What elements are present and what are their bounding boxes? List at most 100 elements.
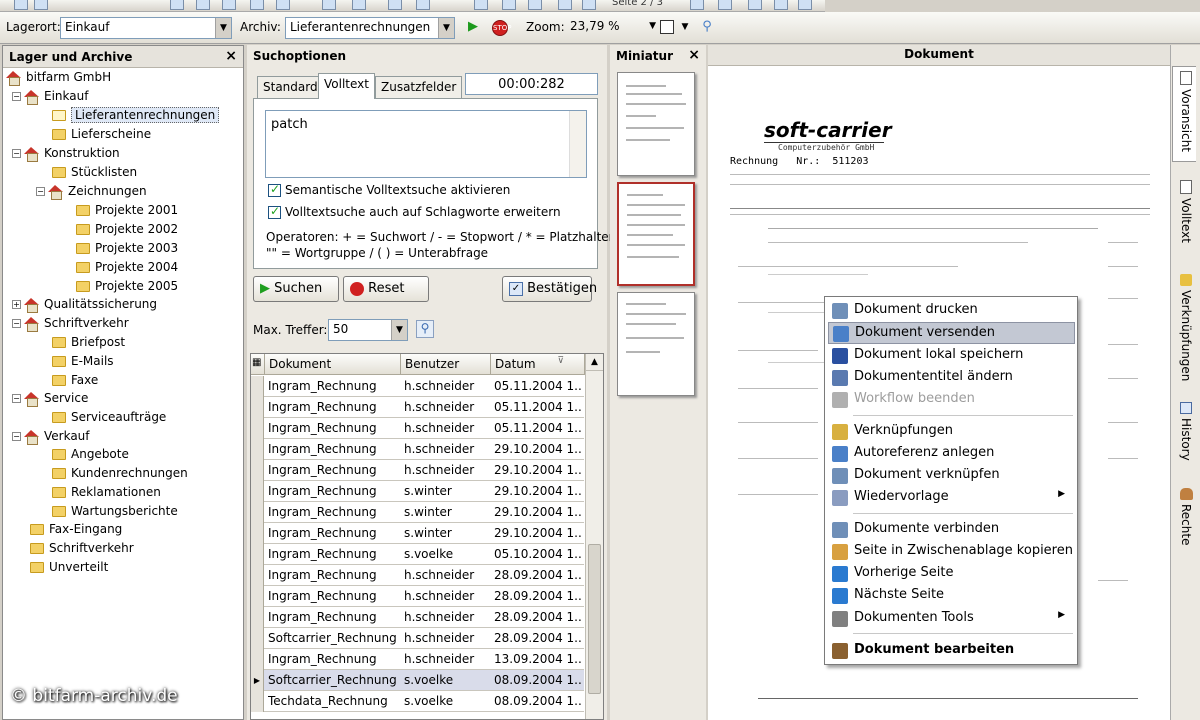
tab-rechte[interactable]: Rechte: [1172, 484, 1196, 554]
folder-icon[interactable]: [502, 0, 516, 10]
chevron-down-icon[interactable]: ▼: [676, 18, 694, 36]
row-indicator[interactable]: [251, 586, 264, 607]
table-row[interactable]: Techdata_Rechnung s.voelke 08.09.2004 1...: [251, 691, 584, 712]
menu-item-naechste-seite[interactable]: Nächste Seite: [828, 585, 1075, 607]
query-scrollbar[interactable]: [569, 111, 586, 177]
chevron-down-icon[interactable]: ▼: [215, 18, 231, 38]
close-icon[interactable]: ×: [688, 47, 700, 63]
copy-icon[interactable]: [322, 0, 336, 10]
tree-item-faxe[interactable]: Faxe: [52, 371, 98, 390]
menu-item-dokumente-verbinden[interactable]: Dokumente verbinden: [828, 519, 1075, 541]
play-icon[interactable]: ▶: [464, 18, 482, 36]
tab-history[interactable]: History: [1172, 398, 1196, 468]
menu-item-dokumententitel-aendern[interactable]: Dokumententitel ändern: [828, 367, 1075, 389]
table-row[interactable]: Ingram_Rechnung h.schneider 05.11.2004 1..…: [251, 376, 584, 397]
zoom-fit-icon[interactable]: [748, 0, 762, 10]
row-indicator[interactable]: [251, 397, 264, 418]
scan-icon[interactable]: [276, 0, 290, 10]
row-indicator[interactable]: [251, 628, 264, 649]
menu-item-wiedervorlage[interactable]: Wiedervorlage ▶: [828, 487, 1075, 509]
row-indicator[interactable]: [251, 649, 264, 670]
table-row[interactable]: Ingram_Rechnung h.schneider 29.10.2004 1..…: [251, 439, 584, 460]
tree-item-projekte-2004[interactable]: Projekte 2004: [76, 258, 178, 277]
prev-icon[interactable]: [558, 0, 572, 10]
tree-item-lieferantenrechnungen[interactable]: Lieferantenrechnungen: [52, 106, 220, 125]
table-options-icon[interactable]: ▦: [251, 354, 265, 375]
fit-page-icon[interactable]: [658, 18, 676, 36]
refresh-icon[interactable]: [34, 0, 48, 10]
tree-item-unverteilt[interactable]: Unverteilt: [30, 558, 108, 577]
tree-item-kundenrechnungen[interactable]: Kundenrechnungen: [52, 464, 188, 483]
tree-item-reklamationen[interactable]: Reklamationen: [52, 483, 161, 502]
keyword-search-option[interactable]: Volltextsuche auch auf Schlagworte erwei…: [268, 204, 561, 219]
chevron-down-icon[interactable]: ▼: [391, 320, 407, 340]
magnifier-icon[interactable]: ⚲: [698, 18, 716, 36]
collapse-icon[interactable]: −: [36, 187, 45, 196]
thumbnail-page-3[interactable]: [617, 292, 695, 396]
tree-item-lieferscheine[interactable]: Lieferscheine: [52, 125, 151, 144]
mail-icon[interactable]: [222, 0, 236, 10]
collapse-icon[interactable]: −: [12, 149, 21, 158]
collapse-icon[interactable]: −: [12, 92, 21, 101]
scroll-thumb[interactable]: [588, 544, 601, 694]
paste-icon[interactable]: [352, 0, 366, 10]
tree-item-schriftverkehr-root[interactable]: Schriftverkehr: [30, 539, 134, 558]
tab-zusatzfelder[interactable]: Zusatzfelder: [375, 76, 463, 98]
save-icon[interactable]: [196, 0, 210, 10]
tree-item-angebote[interactable]: Angebote: [52, 445, 129, 464]
tree-item-projekte-2003[interactable]: Projekte 2003: [76, 239, 178, 258]
column-header-benutzer[interactable]: Benutzer: [401, 354, 491, 375]
tab-verknuepfungen[interactable]: Verknüpfungen: [1172, 270, 1196, 381]
row-indicator[interactable]: ▶: [251, 670, 264, 691]
cut-icon[interactable]: [388, 0, 402, 10]
max-hits-select[interactable]: 50 ▼: [328, 319, 408, 341]
menu-item-dokument-lokal-speichern[interactable]: Dokument lokal speichern: [828, 345, 1075, 367]
tree-item-stuecklisten[interactable]: Stücklisten: [52, 163, 137, 182]
rotate-left-icon[interactable]: [690, 0, 704, 10]
zoom-select[interactable]: 23,79 % ▼: [566, 17, 658, 39]
tree-item-projekte-2005[interactable]: Projekte 2005: [76, 277, 178, 296]
menu-item-autoreferenz-anlegen[interactable]: Autoreferenz anlegen: [828, 443, 1075, 465]
export-icon[interactable]: [250, 0, 264, 10]
stop-icon[interactable]: STOP: [491, 18, 511, 36]
menu-item-dokumenten-tools[interactable]: Dokumenten Tools ▶: [828, 608, 1075, 630]
table-row[interactable]: Ingram_Rechnung s.winter 29.10.2004 1...: [251, 523, 584, 544]
tab-standard[interactable]: Standard: [257, 76, 324, 98]
row-indicator[interactable]: [251, 376, 264, 397]
tree-item-projekte-2002[interactable]: Projekte 2002: [76, 220, 178, 239]
checkbox-checked[interactable]: [268, 182, 281, 197]
delete-icon[interactable]: [416, 0, 430, 10]
table-row[interactable]: ▶ Softcarrier_Rechnung s.voelke 08.09.2004 …: [251, 670, 584, 691]
doc-icon[interactable]: [474, 0, 488, 10]
menu-item-dokument-versenden[interactable]: Dokument versenden: [828, 322, 1075, 344]
table-row[interactable]: Ingram_Rechnung h.schneider 28.09.2004 1..…: [251, 565, 584, 586]
magnifier-icon[interactable]: ⚲: [416, 320, 434, 338]
tree-item-wartungsberichte[interactable]: Wartungsberichte: [52, 502, 178, 521]
table-row[interactable]: Ingram_Rechnung h.schneider 28.09.2004 1..…: [251, 607, 584, 628]
lagerort-select[interactable]: Einkauf ▼: [60, 17, 232, 39]
table-row[interactable]: Ingram_Rechnung s.winter 29.10.2004 1...: [251, 481, 584, 502]
tree-item-einkauf[interactable]: − Einkauf: [12, 87, 88, 106]
semantic-search-option[interactable]: Semantische Volltextsuche aktivieren: [268, 182, 510, 197]
menu-item-dokument-bearbeiten[interactable]: Dokument bearbeiten: [828, 640, 1075, 662]
thumbnail-page-2[interactable]: [617, 182, 695, 286]
table-row[interactable]: Softcarrier_Rechnung h.schneider 28.09.200…: [251, 628, 584, 649]
tree-item-fax-eingang[interactable]: Fax-Eingang: [30, 520, 122, 539]
collapse-icon[interactable]: −: [12, 394, 21, 403]
tab-volltext[interactable]: Volltext: [318, 73, 375, 99]
settings-icon[interactable]: [528, 0, 542, 10]
menu-item-dokument-verknuepfen[interactable]: Dokument verknüpfen: [828, 465, 1075, 487]
tree-item-projekte-2001[interactable]: Projekte 2001: [76, 201, 178, 220]
column-header-dokument[interactable]: Dokument: [265, 354, 401, 375]
table-row[interactable]: Ingram_Rechnung s.voelke 05.10.2004 1...: [251, 544, 584, 565]
row-indicator[interactable]: [251, 607, 264, 628]
table-row[interactable]: Ingram_Rechnung h.schneider 05.11.2004 1..…: [251, 418, 584, 439]
menu-item-seite-in-zwischenablage-kopieren[interactable]: Seite in Zwischenablage kopieren: [828, 541, 1075, 563]
chevron-down-icon[interactable]: ▼: [438, 18, 454, 38]
next-icon[interactable]: [582, 0, 596, 10]
row-indicator[interactable]: [251, 418, 264, 439]
row-indicator[interactable]: [251, 523, 264, 544]
zoom-width-icon[interactable]: [774, 0, 788, 10]
search-button[interactable]: ▶ Suchen: [253, 276, 339, 302]
column-header-datum[interactable]: Datum ⊽: [491, 354, 585, 375]
